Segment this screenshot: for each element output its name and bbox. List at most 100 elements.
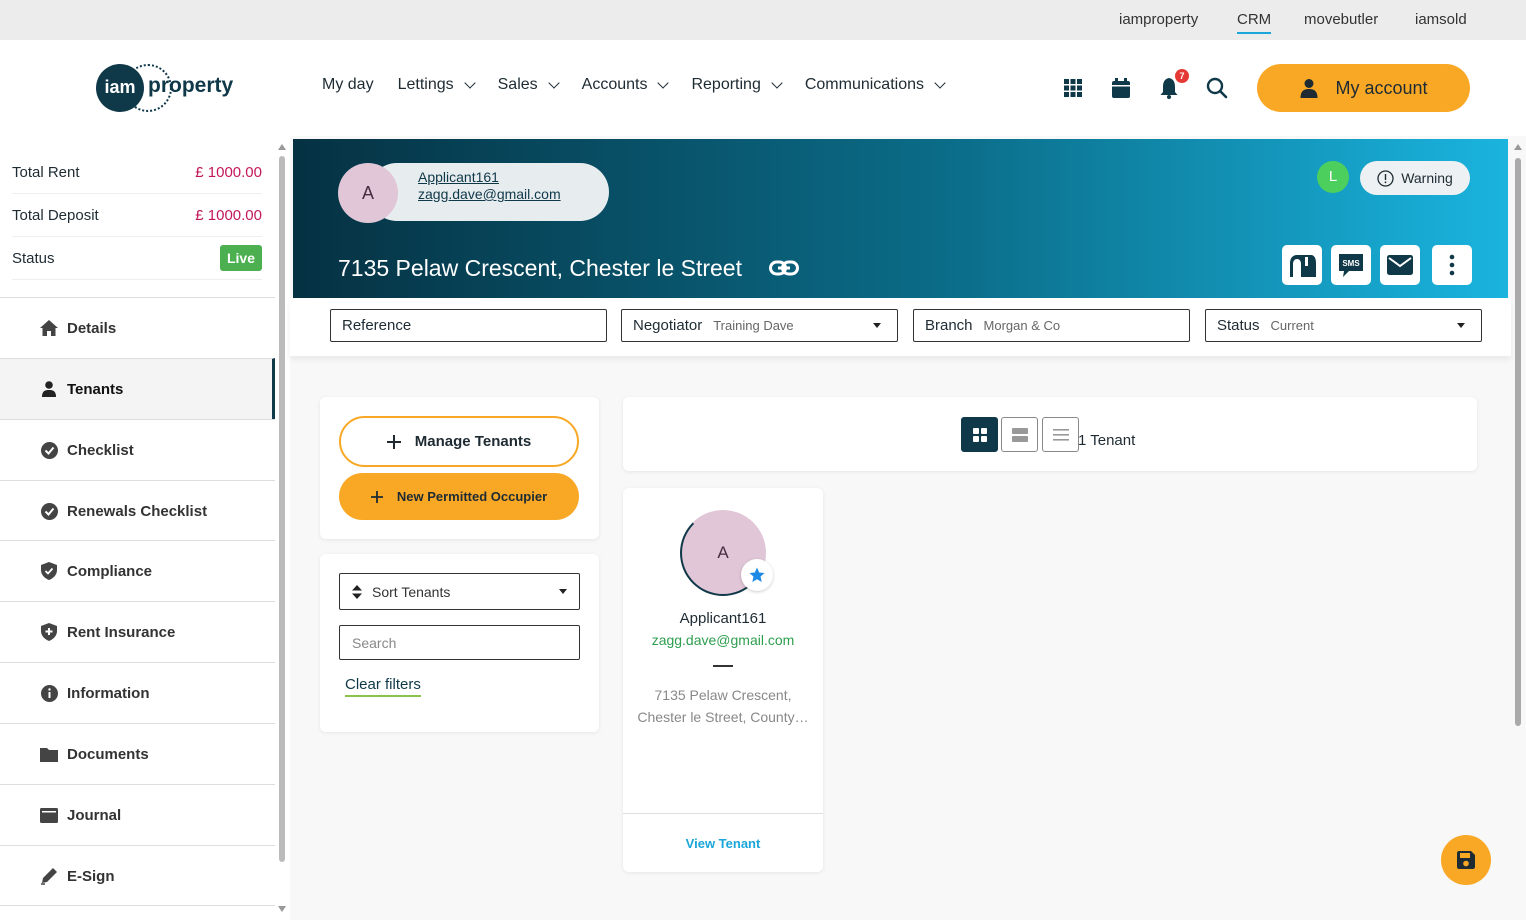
floppy-disk-icon	[1457, 851, 1475, 869]
sidebar-item-details[interactable]: Details	[0, 297, 275, 358]
scroll-down-arrow[interactable]	[278, 906, 286, 912]
bell-icon[interactable]: 7	[1157, 69, 1189, 100]
scrollbar-thumb[interactable]	[1515, 158, 1521, 726]
sort-tenants-select[interactable]: Sort Tenants	[339, 573, 580, 610]
sidebar-scrollbar[interactable]	[278, 142, 286, 914]
email-button[interactable]	[1380, 245, 1420, 285]
sidebar-item-label: Compliance	[67, 562, 153, 580]
applicant-pill[interactable]: A Applicant161 zagg.dave@gmail.com	[338, 163, 609, 223]
mailbox-button[interactable]	[1282, 245, 1322, 285]
tenant-email[interactable]: zagg.dave@gmail.com	[623, 632, 823, 648]
logo-text: property	[148, 74, 234, 97]
iamproperty-logo[interactable]: iam property	[96, 64, 236, 112]
scroll-up-arrow[interactable]	[1514, 144, 1522, 150]
view-tenant-link[interactable]: View Tenant	[623, 836, 823, 851]
sidebar-divider	[0, 905, 275, 906]
clear-filters-link[interactable]: Clear filters	[345, 676, 421, 697]
nav-accounts[interactable]: Accounts	[581, 76, 670, 94]
main-nav: My day Lettings Sales Accounts Reporting…	[322, 76, 946, 94]
nav-sales[interactable]: Sales	[497, 76, 560, 94]
summary-label: Total Rent	[12, 163, 80, 181]
more-options-button[interactable]	[1432, 245, 1472, 285]
field-label: Status	[1217, 317, 1260, 334]
applicant-name-link[interactable]: Applicant161	[418, 169, 499, 185]
field-label: Reference	[342, 317, 412, 334]
apps-grid-icon[interactable]	[1061, 76, 1085, 100]
sms-icon-text: SMS	[1342, 259, 1360, 268]
my-account-button[interactable]: My account	[1257, 64, 1470, 112]
link-icon[interactable]	[769, 257, 799, 284]
nav-communications[interactable]: Communications	[804, 76, 946, 94]
envelope-icon	[1387, 255, 1413, 275]
status-select[interactable]: Status Current	[1205, 309, 1482, 342]
tenant-card[interactable]: A Applicant161 zagg.dave@gmail.com 7135 …	[623, 488, 823, 872]
shield-check-icon	[40, 562, 58, 580]
folder-icon	[40, 745, 58, 763]
summary-value: £ 1000.00	[195, 206, 262, 224]
info-icon	[40, 684, 58, 702]
my-account-label: My account	[1335, 77, 1428, 98]
nav-label: Lettings	[397, 76, 454, 93]
mailbox-icon	[1290, 255, 1316, 277]
nav-label: Accounts	[581, 76, 648, 93]
chevron-down-icon	[934, 77, 946, 89]
link-iamsold[interactable]: iamsold	[1415, 11, 1467, 28]
chevron-down-icon	[547, 77, 560, 89]
tenant-search-input[interactable]	[339, 625, 580, 660]
link-crm[interactable]: CRM	[1237, 11, 1272, 34]
field-value: Current	[1270, 318, 1314, 333]
nav-reporting[interactable]: Reporting	[691, 76, 783, 94]
journal-icon	[40, 806, 58, 824]
nav-label: Communications	[804, 76, 924, 93]
caret-down-icon	[559, 589, 567, 594]
sidebar-item-checklist[interactable]: Checklist	[0, 419, 275, 480]
sidebar-item-rent-insurance[interactable]: Rent Insurance	[0, 601, 275, 662]
product-switcher-bar: iamproperty CRM movebutler iamsold	[0, 0, 1526, 40]
summary-label: Total Deposit	[12, 206, 99, 224]
property-filter-bar: Reference Negotiator Training Dave Branc…	[290, 298, 1511, 356]
scroll-up-arrow[interactable]	[278, 144, 286, 150]
nav-label: Sales	[497, 76, 538, 93]
main-header: iam property My day Lettings Sales Accou…	[0, 40, 1526, 136]
sidebar-item-renewals-checklist[interactable]: Renewals Checklist	[0, 480, 275, 541]
sms-button[interactable]: SMS	[1331, 245, 1371, 285]
negotiator-select[interactable]: Negotiator Training Dave	[621, 309, 898, 342]
grid-view-toggle[interactable]	[961, 417, 998, 452]
scrollbar-thumb[interactable]	[279, 156, 285, 862]
summary-label: Status	[12, 249, 55, 267]
reference-field[interactable]: Reference	[330, 309, 607, 342]
search-icon[interactable]	[1205, 76, 1229, 100]
applicant-email-link[interactable]: zagg.dave@gmail.com	[418, 186, 561, 202]
caret-down-icon	[873, 323, 881, 328]
nav-my-day[interactable]: My day	[322, 76, 374, 94]
calendar-icon[interactable]	[1109, 76, 1133, 100]
sidebar-item-e-sign[interactable]: E-Sign	[0, 845, 275, 906]
manage-tenants-button[interactable]: Manage Tenants	[339, 416, 579, 467]
field-label: Negotiator	[633, 317, 703, 334]
warning-button[interactable]: Warning	[1360, 161, 1470, 195]
field-value: Morgan & Co	[983, 318, 1061, 333]
sidebar-item-journal[interactable]: Journal	[0, 784, 275, 845]
page-scrollbar[interactable]	[1513, 136, 1523, 920]
link-iamproperty[interactable]: iamproperty	[1119, 11, 1198, 28]
notification-badge: 7	[1175, 69, 1189, 83]
user-initial-avatar[interactable]: L	[1317, 161, 1349, 193]
new-occupier-label: New Permitted Occupier	[396, 489, 548, 504]
nav-lettings[interactable]: Lettings	[397, 76, 476, 94]
sidebar-item-tenants[interactable]: Tenants	[0, 358, 275, 419]
sidebar-item-information[interactable]: Information	[0, 662, 275, 723]
list-view-toggle[interactable]	[1042, 417, 1079, 452]
sidebar-item-label: Rent Insurance	[67, 623, 176, 641]
card-list-view-toggle[interactable]	[1001, 417, 1038, 452]
card-footer-divider	[623, 813, 823, 814]
link-movebutler[interactable]: movebutler	[1304, 11, 1378, 28]
tenant-count: 1 Tenant	[1078, 432, 1136, 449]
save-button[interactable]	[1441, 835, 1491, 885]
new-permitted-occupier-button[interactable]: New Permitted Occupier	[339, 473, 579, 520]
sidebar-item-compliance[interactable]: Compliance	[0, 540, 275, 601]
sidebar-item-documents[interactable]: Documents	[0, 723, 275, 784]
sidebar-item-label: Documents	[67, 745, 149, 763]
branch-field[interactable]: Branch Morgan & Co	[913, 309, 1190, 342]
home-icon	[40, 319, 58, 337]
summary-total-deposit: Total Deposit £ 1000.00	[12, 194, 262, 237]
